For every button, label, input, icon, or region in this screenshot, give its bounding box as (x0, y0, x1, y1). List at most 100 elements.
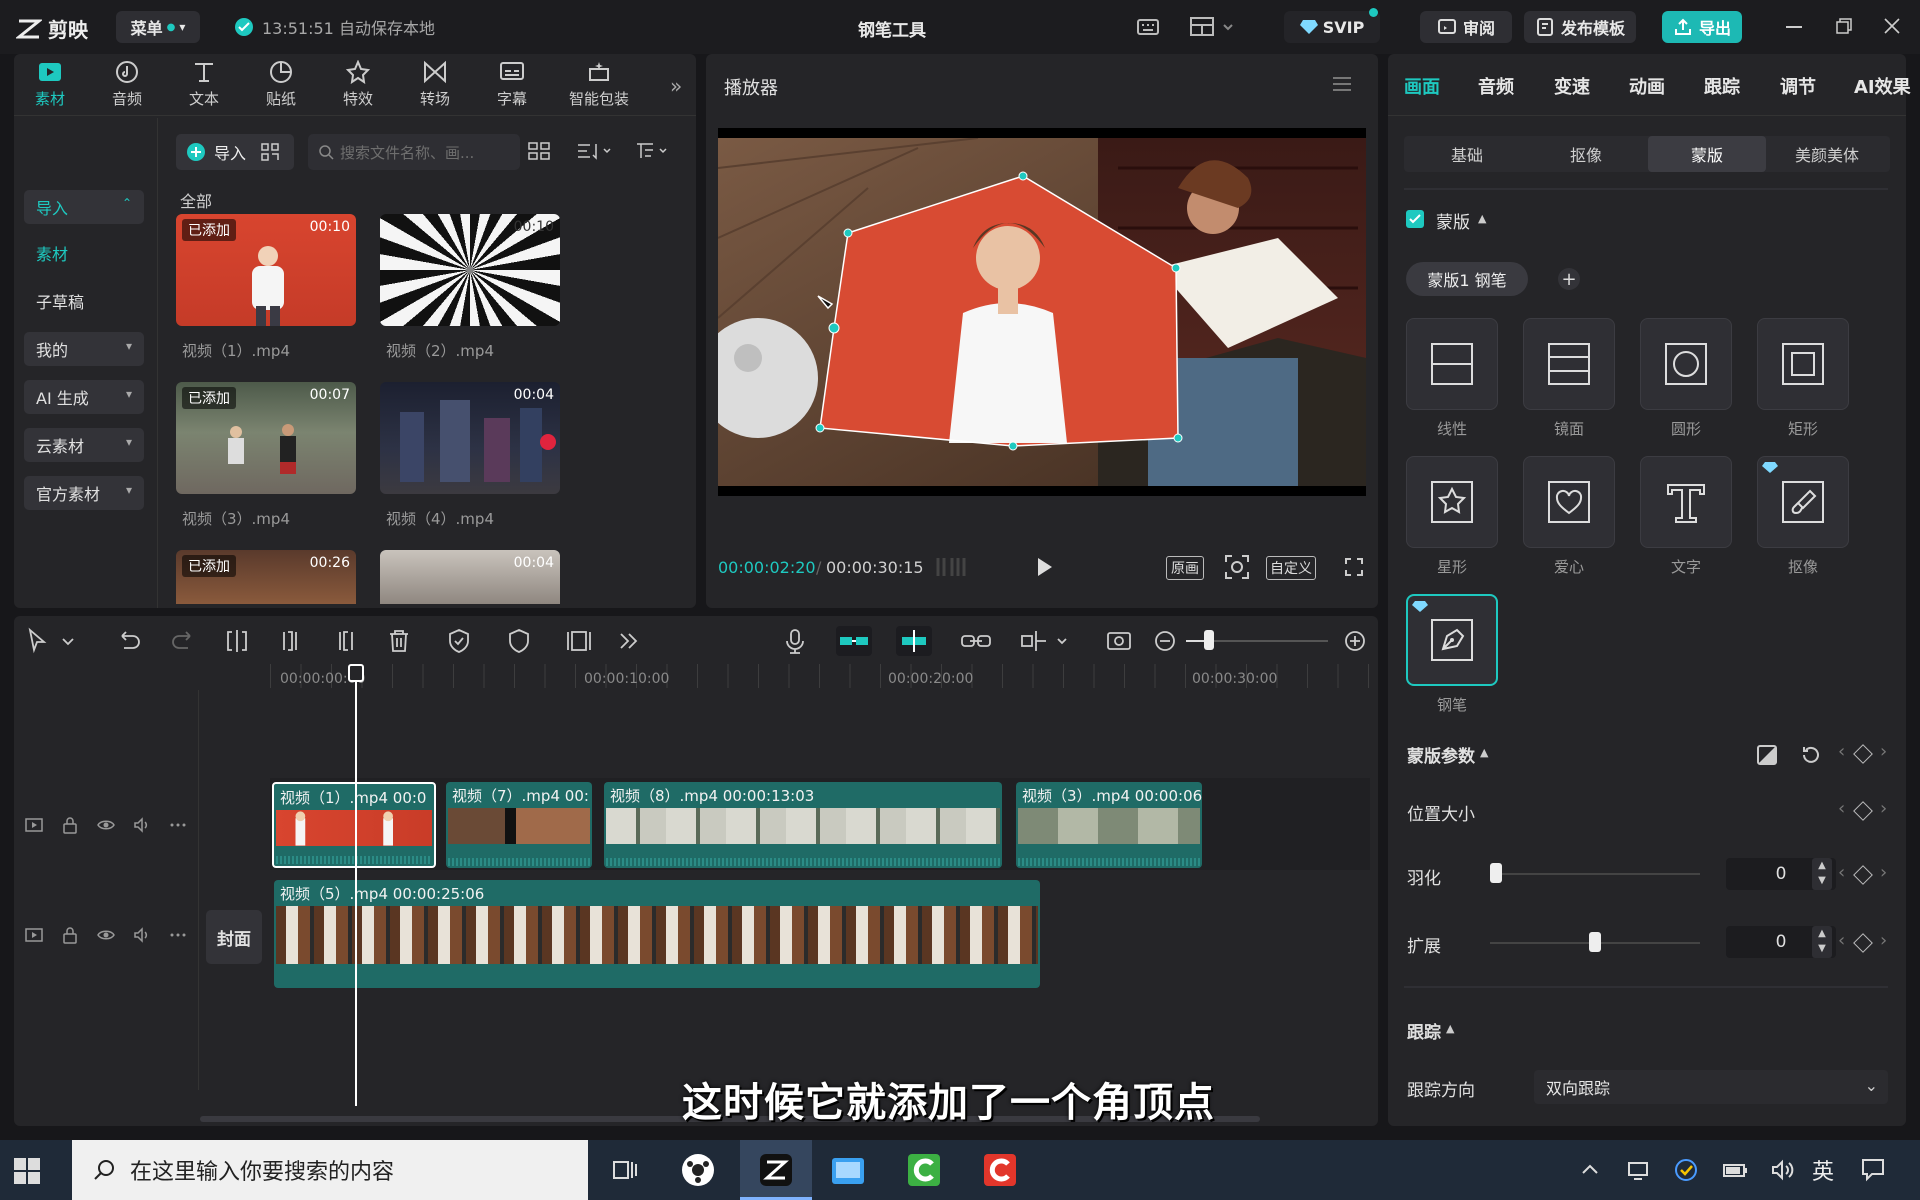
menu-button[interactable]: 菜单 ● ▾ (116, 11, 200, 43)
main-track-magnet-icon[interactable] (836, 626, 872, 656)
more-icon[interactable] (168, 815, 188, 835)
tab-picture[interactable]: 画面 (1404, 73, 1440, 99)
eye-icon[interactable] (96, 815, 116, 835)
close-icon[interactable] (1884, 18, 1900, 34)
collapse-icon[interactable]: ▲ (1478, 212, 1486, 225)
layout-icon[interactable] (1188, 13, 1238, 41)
fullscreen-icon[interactable] (1344, 557, 1364, 577)
mask-text[interactable] (1640, 456, 1732, 548)
zoom-in-icon[interactable] (1340, 626, 1370, 656)
tab-transition[interactable]: 转场 (407, 60, 463, 109)
media-thumb-6[interactable]: 00:04 (380, 550, 560, 604)
network-icon[interactable] (1626, 1158, 1650, 1182)
mask-circle[interactable] (1640, 318, 1732, 410)
video-preview[interactable] (718, 128, 1366, 496)
view-toggle-icon[interactable] (526, 140, 552, 162)
preview-axis-icon[interactable] (1018, 626, 1072, 656)
timeline-clip[interactable]: 视频（5）.mp4 00:00:25:06 (274, 880, 1040, 988)
timeline-clip[interactable]: 视频（3）.mp4 00:00:06 (1016, 782, 1202, 868)
expand-stepper[interactable]: ▲ ▼ (1812, 926, 1832, 958)
shield-check-icon[interactable] (444, 626, 474, 656)
mask-pen[interactable] (1406, 594, 1498, 686)
minimize-icon[interactable] (1786, 26, 1802, 28)
mask-heart[interactable] (1523, 456, 1615, 548)
player-menu-icon[interactable] (1332, 76, 1352, 92)
tab-adjust[interactable]: 调节 (1780, 73, 1816, 99)
tracking-direction-select[interactable]: 双向跟踪 ⌄ (1534, 1070, 1888, 1104)
lock-icon[interactable] (60, 925, 80, 945)
shield-icon[interactable] (504, 626, 534, 656)
aspect-ratio-button[interactable]: 自定义 (1266, 556, 1316, 580)
collapse-icon[interactable]: ▲ (1446, 1022, 1454, 1035)
zoom-fit-icon[interactable] (1104, 626, 1134, 656)
sort-icon[interactable] (574, 140, 614, 162)
subtab-mask[interactable]: 蒙版 (1648, 136, 1766, 172)
file-explorer-icon[interactable] (830, 1152, 866, 1188)
timeline-clip[interactable]: 视频（8）.mp4 00:00:13:03 (604, 782, 1002, 868)
app-icon-1[interactable] (680, 1152, 716, 1188)
sidebar-item-import[interactable]: 导入 ⌃ (24, 190, 144, 224)
play-icon[interactable] (1034, 556, 1054, 578)
tab-subtitle[interactable]: 字幕 (484, 60, 540, 109)
next-keyframe-icon[interactable]: › (1880, 798, 1887, 819)
sidebar-item-cloud[interactable]: 云素材 ▾ (24, 428, 144, 462)
link-icon[interactable] (958, 626, 994, 656)
tab-animation[interactable]: 动画 (1629, 73, 1665, 99)
shortcut-icon[interactable] (1134, 13, 1162, 41)
speaker-icon[interactable] (1770, 1158, 1794, 1182)
invert-mask-icon[interactable] (1756, 744, 1778, 766)
export-button[interactable]: 导出 (1662, 11, 1742, 43)
search-input[interactable]: 搜索文件名称、画... (308, 134, 520, 170)
tray-expand-icon[interactable] (1580, 1160, 1600, 1180)
mask-linear[interactable] (1406, 318, 1498, 410)
screenshot-icon[interactable] (1224, 554, 1250, 580)
timeline-clip[interactable]: 视频（7）.mp4 00: (446, 782, 592, 868)
media-thumb-1[interactable]: 已添加 00:10 (176, 214, 356, 326)
svip-badge[interactable]: SVIP (1284, 8, 1380, 43)
crop-icon[interactable] (564, 626, 594, 656)
next-keyframe-icon[interactable]: › (1880, 862, 1887, 883)
trim-left-icon[interactable] (276, 626, 306, 656)
chevron-down-icon[interactable] (60, 626, 76, 656)
tab-audio-props[interactable]: 音频 (1478, 73, 1514, 99)
collapse-icon[interactable]: ▲ (1480, 746, 1488, 759)
prev-keyframe-icon[interactable]: ‹ (1838, 862, 1845, 883)
mask-checkbox[interactable] (1406, 210, 1424, 228)
mask-rect[interactable] (1757, 318, 1849, 410)
battery-icon[interactable] (1722, 1158, 1748, 1182)
select-tool-icon[interactable] (24, 626, 54, 656)
capcut-taskbar-button[interactable] (740, 1140, 812, 1200)
media-thumb-2[interactable]: 00:10 (380, 214, 560, 326)
tab-smart-pack[interactable]: 智能包装 (561, 60, 637, 109)
tab-speed[interactable]: 变速 (1554, 73, 1590, 99)
track-cover-icon[interactable] (24, 815, 44, 835)
sidebar-item-official[interactable]: 官方素材 ▾ (24, 476, 144, 510)
zoom-slider-handle[interactable] (1204, 630, 1214, 650)
next-keyframe-icon[interactable]: › (1880, 930, 1887, 951)
expand-slider-handle[interactable] (1589, 932, 1601, 952)
add-mask-icon[interactable]: + (1558, 268, 1580, 290)
media-thumb-4[interactable]: 00:04 (380, 382, 560, 494)
media-thumb-3[interactable]: 已添加 00:07 (176, 382, 356, 494)
zoom-out-icon[interactable] (1150, 626, 1180, 656)
mask-brush[interactable] (1757, 456, 1849, 548)
auto-snap-icon[interactable] (896, 626, 932, 656)
mask-mirror[interactable] (1523, 318, 1615, 410)
sidebar-item-material[interactable]: 素材 (24, 236, 144, 270)
media-thumb-5[interactable]: 已添加 00:26 (176, 550, 356, 604)
task-view-icon[interactable] (610, 1156, 638, 1184)
feather-stepper[interactable]: ▲ ▼ (1812, 858, 1832, 890)
more-tools-icon[interactable] (614, 626, 644, 656)
prev-keyframe-icon[interactable]: ‹ (1838, 930, 1845, 951)
tab-sticker[interactable]: 贴纸 (253, 60, 309, 109)
original-quality-button[interactable]: 原画 (1166, 556, 1204, 580)
reset-icon[interactable] (1800, 744, 1822, 766)
eye-icon[interactable] (96, 925, 116, 945)
tab-media[interactable]: 素材 (22, 60, 78, 109)
sidebar-item-mine[interactable]: 我的 ▾ (24, 332, 144, 366)
publish-template-button[interactable]: 发布模板 (1524, 11, 1636, 43)
waveform-icon[interactable] (934, 554, 968, 580)
subtab-basic[interactable]: 基础 (1408, 136, 1526, 172)
volume-icon[interactable] (132, 815, 152, 835)
playhead-handle[interactable] (348, 664, 364, 682)
